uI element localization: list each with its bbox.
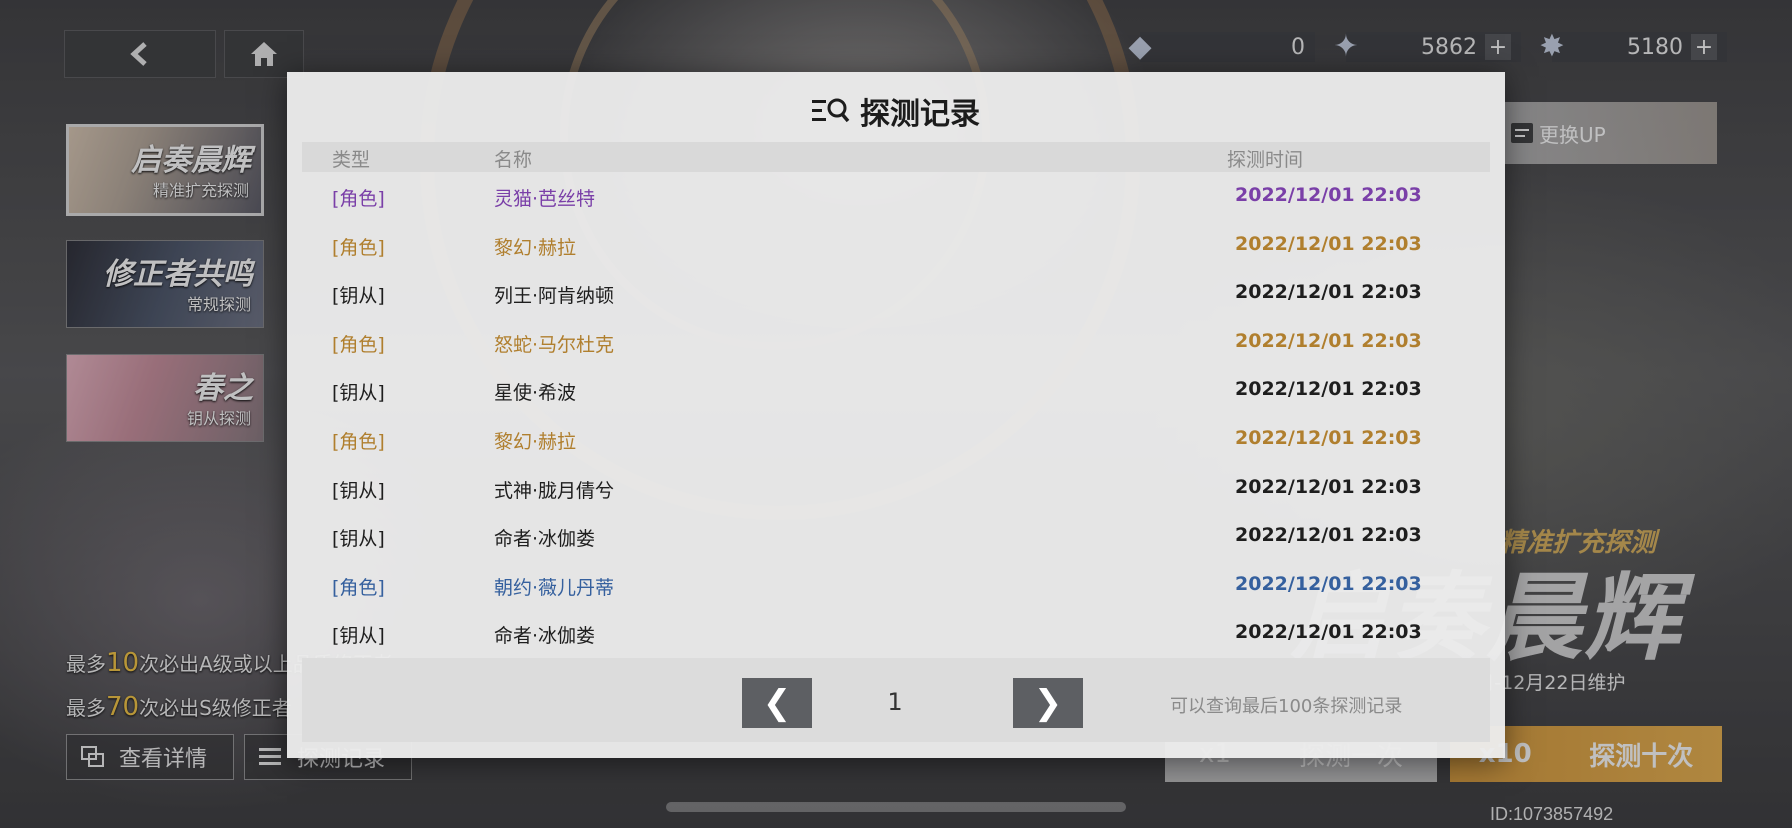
record-type: [角色]	[332, 236, 385, 259]
record-name: 命者·冰伽娄	[494, 528, 596, 551]
column-name: 名称	[494, 149, 533, 171]
record-row: [角色] 朝约·薇儿丹蒂 2022/12/01 22:03	[302, 561, 1490, 610]
record-name: 怒蛇·马尔杜克	[494, 333, 615, 356]
record-type: [钥从]	[332, 285, 385, 308]
record-row: [钥从] 命者·冰伽娄 2022/12/01 22:03	[302, 609, 1490, 658]
record-row: [角色] 黎幻·赫拉 2022/12/01 22:03	[302, 415, 1490, 464]
record-type: [角色]	[332, 333, 385, 356]
record-type: [钥从]	[332, 382, 385, 405]
prev-page-button[interactable]: ❮	[742, 678, 812, 728]
record-time: 2022/12/01 22:03	[1235, 572, 1422, 595]
pagination-bar: ❮ 1 ❯ 可以查询最后100条探测记录	[302, 658, 1490, 742]
record-name: 朝约·薇儿丹蒂	[494, 576, 615, 599]
record-type: [角色]	[332, 430, 385, 453]
column-type: 类型	[332, 149, 371, 171]
record-row: [钥从] 式神·胧月倩兮 2022/12/01 22:03	[302, 464, 1490, 513]
record-name: 列王·阿肯纳顿	[494, 285, 615, 308]
record-type: [钥从]	[332, 625, 385, 648]
record-name: 星使·希波	[494, 382, 577, 405]
record-type: [钥从]	[332, 479, 385, 502]
record-row: [角色] 黎幻·赫拉 2022/12/01 22:03	[302, 221, 1490, 270]
record-list: [角色] 灵猫·芭丝特 2022/12/01 22:03 [角色] 黎幻·赫拉 …	[302, 172, 1490, 658]
modal-header: 探测记录	[287, 86, 1505, 136]
record-row: [角色] 灵猫·芭丝特 2022/12/01 22:03	[302, 172, 1490, 221]
record-time: 2022/12/01 22:03	[1235, 621, 1422, 644]
record-name: 命者·冰伽娄	[494, 625, 596, 648]
record-type: [钥从]	[332, 528, 385, 551]
record-time: 2022/12/01 22:03	[1235, 426, 1422, 449]
table-header: 类型 名称 探测时间	[302, 142, 1490, 172]
record-name: 黎幻·赫拉	[494, 430, 577, 453]
record-row: [钥从] 列王·阿肯纳顿 2022/12/01 22:03	[302, 269, 1490, 318]
record-time: 2022/12/01 22:03	[1235, 475, 1422, 498]
record-time: 2022/12/01 22:03	[1235, 329, 1422, 352]
record-search-icon	[812, 98, 850, 123]
record-type: [角色]	[332, 576, 385, 599]
draw-records-modal: 探测记录 类型 名称 探测时间 [角色] 灵猫·芭丝特 2022/12/01 2…	[287, 72, 1505, 758]
record-name: 灵猫·芭丝特	[494, 188, 596, 210]
record-type: [角色]	[332, 188, 385, 210]
column-time: 探测时间	[1227, 149, 1304, 171]
record-time: 2022/12/01 22:03	[1235, 281, 1422, 304]
record-name: 黎幻·赫拉	[494, 236, 577, 259]
next-page-button[interactable]: ❯	[1013, 678, 1083, 728]
modal-title: 探测记录	[860, 97, 980, 132]
records-limit-note: 可以查询最后100条探测记录	[1170, 696, 1403, 717]
record-time: 2022/12/01 22:03	[1235, 184, 1422, 206]
record-row: [钥从] 星使·希波 2022/12/01 22:03	[302, 366, 1490, 415]
record-name: 式神·胧月倩兮	[494, 479, 615, 502]
page-number: 1	[887, 688, 903, 716]
record-row: [角色] 怒蛇·马尔杜克 2022/12/01 22:03	[302, 318, 1490, 367]
record-time: 2022/12/01 22:03	[1235, 524, 1422, 547]
record-row: [钥从] 命者·冰伽娄 2022/12/01 22:03	[302, 512, 1490, 561]
record-time: 2022/12/01 22:03	[1235, 232, 1422, 255]
record-time: 2022/12/01 22:03	[1235, 378, 1422, 401]
